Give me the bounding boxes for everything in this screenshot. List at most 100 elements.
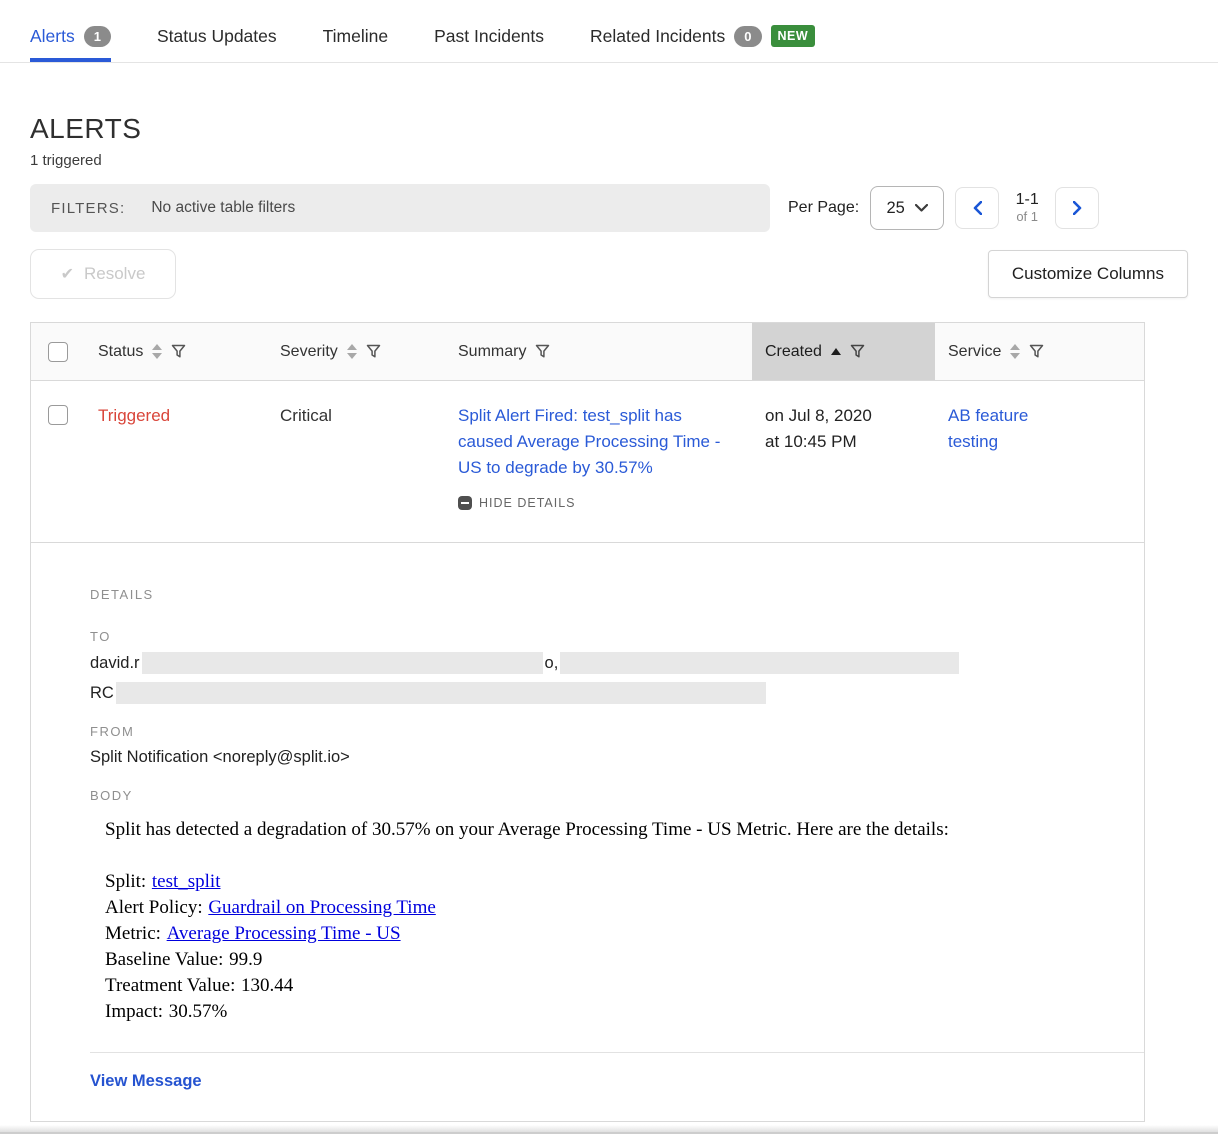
filter-funnel-icon[interactable] bbox=[366, 344, 381, 359]
body-field-split: Split: test_split bbox=[105, 869, 1144, 895]
table-row: Triggered Critical Split Alert Fired: te… bbox=[31, 381, 1144, 543]
filters-value: No active table filters bbox=[151, 199, 295, 217]
collapse-minus-icon bbox=[458, 496, 472, 510]
field-label: Treatment Value: bbox=[105, 975, 235, 996]
filter-funnel-icon[interactable] bbox=[535, 344, 550, 359]
created-date: on Jul 8, 2020 bbox=[765, 403, 923, 429]
to-label: TO bbox=[90, 629, 1144, 644]
created-cell: on Jul 8, 2020 at 10:45 PM bbox=[752, 381, 935, 542]
pagination: Per Page: 25 1-1 of 1 bbox=[788, 186, 1099, 230]
field-label: Impact: bbox=[105, 1001, 163, 1022]
filter-funnel-icon[interactable] bbox=[171, 344, 186, 359]
page-range: 1-1 of 1 bbox=[1010, 191, 1044, 224]
to-recipients-line-1: david.r o, bbox=[90, 652, 1144, 674]
column-header-summary[interactable]: Summary bbox=[445, 323, 752, 380]
filter-funnel-icon[interactable] bbox=[1029, 344, 1044, 359]
select-all-checkbox[interactable] bbox=[48, 342, 68, 362]
filter-funnel-icon[interactable] bbox=[850, 344, 865, 359]
tab-bar: Alerts 1 Status Updates Timeline Past In… bbox=[0, 0, 1218, 63]
triggered-count: 1 triggered bbox=[30, 152, 1188, 169]
page-range-value: 1-1 bbox=[1010, 191, 1044, 209]
view-message-link[interactable]: View Message bbox=[90, 1072, 202, 1091]
tab-past-incidents[interactable]: Past Incidents bbox=[434, 0, 544, 62]
row-checkbox-cell bbox=[31, 381, 85, 542]
alert-details-panel: DETAILS TO david.r o, RC FROM Split Noti… bbox=[31, 543, 1144, 1121]
column-service-label: Service bbox=[948, 343, 1001, 361]
actions-row: ✔ Resolve Customize Columns bbox=[30, 249, 1188, 299]
tab-timeline[interactable]: Timeline bbox=[323, 0, 388, 62]
tab-timeline-label: Timeline bbox=[323, 26, 388, 47]
column-created-label: Created bbox=[765, 343, 822, 361]
email-body: Split has detected a degradation of 30.5… bbox=[90, 817, 1144, 1025]
service-cell: AB feature testing bbox=[935, 381, 1144, 542]
sort-icon[interactable] bbox=[1010, 344, 1020, 359]
page-bottom-edge bbox=[0, 1125, 1218, 1134]
table-header-row: Status Severity Summary Created Service bbox=[31, 323, 1144, 381]
alert-policy-link[interactable]: Guardrail on Processing Time bbox=[208, 897, 435, 918]
prev-page-button[interactable] bbox=[955, 187, 999, 229]
email-intro: Split has detected a degradation of 30.5… bbox=[105, 817, 1144, 843]
field-value: 30.57% bbox=[169, 1001, 228, 1022]
body-field-impact: Impact: 30.57% bbox=[105, 999, 1144, 1025]
created-time: at 10:45 PM bbox=[765, 429, 923, 455]
column-severity-label: Severity bbox=[280, 343, 338, 361]
to-recipients-line-2: RC bbox=[90, 682, 1144, 704]
sort-asc-icon[interactable] bbox=[831, 348, 841, 355]
column-header-status[interactable]: Status bbox=[85, 323, 267, 380]
field-label: Metric: bbox=[105, 923, 161, 944]
page-title: ALERTS bbox=[30, 113, 1188, 145]
redaction-box bbox=[560, 652, 959, 674]
customize-columns-button[interactable]: Customize Columns bbox=[988, 250, 1188, 298]
chevron-left-icon bbox=[973, 201, 982, 215]
status-value: Triggered bbox=[98, 406, 170, 425]
field-label: Split: bbox=[105, 871, 146, 892]
per-page-value: 25 bbox=[886, 199, 904, 218]
details-title: DETAILS bbox=[90, 587, 1144, 602]
hide-details-toggle[interactable]: HIDE DETAILS bbox=[458, 490, 740, 516]
controls-row: FILTERS: No active table filters Per Pag… bbox=[30, 184, 1188, 232]
metric-link[interactable]: Average Processing Time - US bbox=[167, 923, 401, 944]
check-icon: ✔ bbox=[61, 264, 74, 284]
body-label: BODY bbox=[90, 788, 1144, 803]
summary-link[interactable]: Split Alert Fired: test_split has caused… bbox=[458, 406, 720, 477]
resolve-button[interactable]: ✔ Resolve bbox=[30, 249, 176, 299]
filters-bar[interactable]: FILTERS: No active table filters bbox=[30, 184, 770, 232]
tab-alerts[interactable]: Alerts 1 bbox=[30, 0, 111, 62]
tab-status-updates[interactable]: Status Updates bbox=[157, 0, 277, 62]
tab-status-updates-label: Status Updates bbox=[157, 26, 277, 47]
to-recipient-text: RC bbox=[90, 684, 114, 703]
row-checkbox[interactable] bbox=[48, 405, 68, 425]
customize-columns-label: Customize Columns bbox=[1012, 264, 1164, 283]
next-page-button[interactable] bbox=[1055, 187, 1099, 229]
per-page-select[interactable]: 25 bbox=[870, 186, 944, 230]
chevron-down-icon bbox=[915, 204, 928, 212]
resolve-button-label: Resolve bbox=[84, 264, 145, 284]
alerts-table: Status Severity Summary Created Service bbox=[30, 322, 1145, 1122]
tab-past-incidents-label: Past Incidents bbox=[434, 26, 544, 47]
from-value: Split Notification <noreply@split.io> bbox=[90, 748, 1144, 767]
severity-cell: Critical bbox=[267, 381, 445, 542]
from-label: FROM bbox=[90, 724, 1144, 739]
to-recipient-text: david.r bbox=[90, 654, 140, 673]
column-status-label: Status bbox=[98, 343, 143, 361]
sort-icon[interactable] bbox=[152, 344, 162, 359]
severity-value: Critical bbox=[280, 406, 332, 425]
field-value: 99.9 bbox=[229, 949, 262, 970]
column-header-severity[interactable]: Severity bbox=[267, 323, 445, 380]
select-all-cell bbox=[31, 323, 85, 380]
page-range-of: of 1 bbox=[1010, 210, 1044, 225]
to-recipient-text: o, bbox=[545, 654, 559, 673]
filters-label: FILTERS: bbox=[51, 200, 125, 217]
field-value: 130.44 bbox=[241, 975, 293, 996]
per-page-label: Per Page: bbox=[788, 199, 859, 217]
field-label: Baseline Value: bbox=[105, 949, 223, 970]
tab-related-incidents[interactable]: Related Incidents 0 NEW bbox=[590, 0, 815, 62]
column-header-created[interactable]: Created bbox=[752, 323, 935, 380]
field-label: Alert Policy: bbox=[105, 897, 203, 918]
service-link[interactable]: AB feature testing bbox=[948, 403, 1060, 455]
split-link[interactable]: test_split bbox=[152, 871, 221, 892]
body-field-treatment: Treatment Value: 130.44 bbox=[105, 973, 1144, 999]
sort-icon[interactable] bbox=[347, 344, 357, 359]
body-field-metric: Metric: Average Processing Time - US bbox=[105, 921, 1144, 947]
column-header-service[interactable]: Service bbox=[935, 323, 1144, 380]
